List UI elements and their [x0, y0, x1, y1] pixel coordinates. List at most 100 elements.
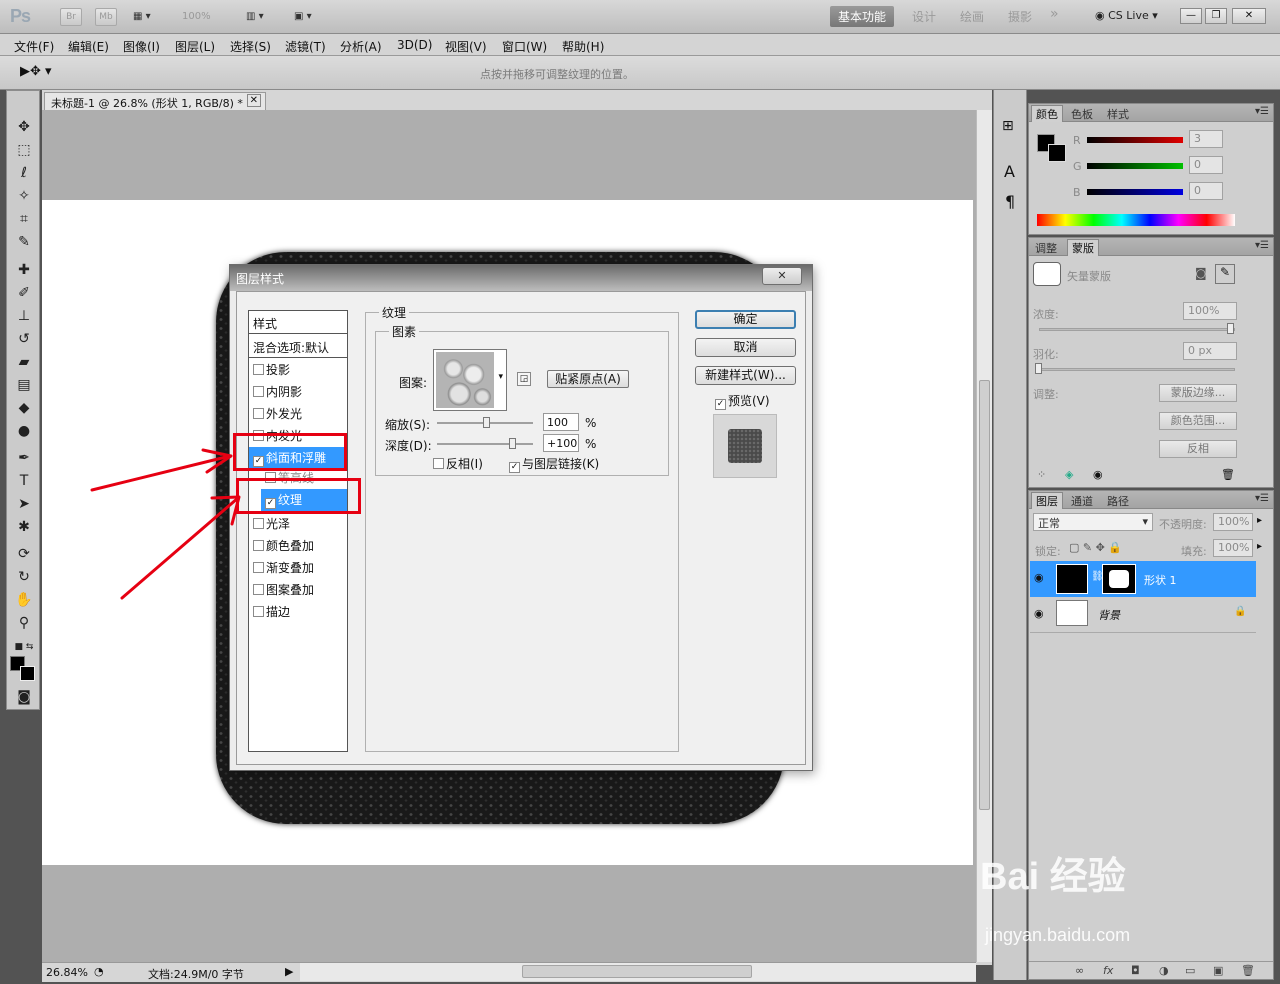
panel-menu-icon[interactable]: ▾☰	[1255, 240, 1269, 251]
clone-stamp-tool-icon[interactable]: ⊥	[13, 306, 35, 326]
tab-layers[interactable]: 图层	[1031, 492, 1063, 509]
channel-r-slider[interactable]	[1087, 137, 1183, 143]
paragraph-panel-icon[interactable]: ¶	[1005, 192, 1015, 211]
marquee-tool-icon[interactable]: ⬚	[13, 140, 35, 160]
ok-button[interactable]: 确定	[695, 310, 796, 329]
style-item-gradient-overlay[interactable]: 渐变叠加	[253, 559, 314, 576]
opacity-field[interactable]: 100%	[1213, 513, 1253, 531]
history-panel-icon[interactable]: ⊞	[1002, 118, 1014, 134]
view-extras-dropdown[interactable]: ▦ ▾	[133, 9, 151, 25]
gradient-tool-icon[interactable]: ▤	[13, 375, 35, 395]
style-checkbox[interactable]	[253, 540, 264, 551]
scale-slider-knob[interactable]	[483, 417, 490, 428]
visibility-eye-icon[interactable]: ◉	[1034, 607, 1044, 620]
blend-mode-select[interactable]: 正常 ▾	[1033, 513, 1153, 531]
horizontal-scroll-thumb[interactable]	[522, 965, 752, 978]
type-tool-icon[interactable]: T	[13, 471, 35, 491]
shape-tool-icon[interactable]: ✱	[13, 517, 35, 537]
tool-preset-picker[interactable]: ▶✥ ▾	[20, 64, 52, 79]
style-checkbox[interactable]	[253, 584, 264, 595]
document-tab[interactable]: 未标题-1 @ 26.8% (形状 1, RGB/8) * ✕	[44, 92, 266, 110]
style-checkbox[interactable]	[253, 408, 264, 419]
link-layers-icon[interactable]: ∞	[1075, 964, 1084, 977]
tab-adjustments[interactable]: 调整	[1031, 240, 1061, 256]
zoom-tool-icon[interactable]: ⚲	[13, 613, 35, 633]
healing-brush-tool-icon[interactable]: ✚	[13, 260, 35, 280]
channel-r-field[interactable]: 3	[1189, 130, 1223, 148]
new-preset-icon[interactable]: ◲	[517, 372, 531, 386]
cancel-button[interactable]: 取消	[695, 338, 796, 357]
workspace-design[interactable]: 设计	[912, 8, 936, 25]
tab-masks[interactable]: 蒙版	[1067, 239, 1099, 256]
pattern-picker[interactable]: ▾	[433, 349, 507, 411]
menu-help[interactable]: 帮助(H)	[562, 38, 604, 55]
style-item-stroke[interactable]: 描边	[253, 603, 290, 620]
tab-channels[interactable]: 通道	[1067, 493, 1097, 509]
eyedropper-tool-icon[interactable]: ✎	[13, 232, 35, 252]
menu-image[interactable]: 图像(I)	[123, 38, 160, 55]
style-item-drop-shadow[interactable]: 投影	[253, 361, 290, 378]
style-item-inner-shadow[interactable]: 内阴影	[253, 383, 302, 400]
new-style-button[interactable]: 新建样式(W)...	[695, 366, 796, 385]
workspace-photography[interactable]: 摄影	[1008, 8, 1032, 25]
add-layer-style-icon[interactable]: fx	[1103, 964, 1113, 977]
brush-tool-icon[interactable]: ✐	[13, 283, 35, 303]
layer-row-background[interactable]: ◉ 背景 🔒	[1030, 597, 1256, 633]
add-mask-icon[interactable]: ◘	[1131, 964, 1140, 977]
vertical-scroll-thumb[interactable]	[979, 380, 990, 810]
bridge-button[interactable]: Br	[60, 8, 82, 26]
tab-styles[interactable]: 样式	[1103, 106, 1133, 122]
fill-field[interactable]: 100%	[1213, 539, 1253, 557]
workspace-essentials[interactable]: 基本功能	[830, 6, 895, 27]
styles-header[interactable]: 样式	[253, 315, 277, 332]
vertical-scrollbar[interactable]	[976, 110, 992, 962]
panel-menu-icon[interactable]: ▾☰	[1255, 106, 1269, 117]
fill-arrow-icon[interactable]: ▸	[1257, 541, 1262, 552]
blur-tool-icon[interactable]: ◆	[13, 398, 35, 418]
zoom-level[interactable]: 100%	[182, 11, 211, 22]
horizontal-scrollbar[interactable]	[300, 963, 976, 981]
quick-selection-tool-icon[interactable]: ✧	[13, 186, 35, 206]
dialog-close-icon[interactable]: ✕	[762, 267, 802, 285]
new-group-icon[interactable]: ▭	[1185, 964, 1195, 977]
tab-color[interactable]: 颜色	[1031, 105, 1063, 122]
channel-b-field[interactable]: 0	[1189, 182, 1223, 200]
mask-edge-button[interactable]: 蒙版边缘...	[1159, 384, 1237, 402]
style-checkbox[interactable]	[253, 364, 264, 375]
menu-layer[interactable]: 图层(L)	[175, 38, 215, 55]
screen-mode-dropdown[interactable]: ▣ ▾	[294, 9, 312, 25]
dodge-tool-icon[interactable]: ●	[13, 421, 35, 441]
invert-mask-button[interactable]: 反相	[1159, 440, 1237, 458]
dialog-titlebar[interactable]: 图层样式	[230, 265, 812, 291]
blending-options-item[interactable]: 混合选项:默认	[253, 339, 329, 356]
depth-slider[interactable]	[437, 443, 533, 445]
menu-analysis[interactable]: 分析(A)	[340, 38, 382, 55]
style-checkbox[interactable]	[253, 518, 264, 529]
color-background-swatch[interactable]	[1048, 144, 1066, 162]
3d-rotate-tool-icon[interactable]: ⟳	[13, 544, 35, 564]
invert-checkbox[interactable]: 反相(I)	[433, 455, 483, 472]
opacity-arrow-icon[interactable]: ▸	[1257, 515, 1262, 526]
delete-layer-icon[interactable]: 🗑	[1241, 964, 1255, 977]
tab-swatches[interactable]: 色板	[1067, 106, 1097, 122]
load-selection-icon[interactable]: ⁘	[1037, 468, 1046, 481]
style-item-outer-glow[interactable]: 外发光	[253, 405, 302, 422]
invert-checkbox-box[interactable]	[433, 458, 444, 469]
menu-select[interactable]: 选择(S)	[230, 38, 271, 55]
path-selection-tool-icon[interactable]: ➤	[13, 494, 35, 514]
minimize-button[interactable]: —	[1180, 8, 1202, 24]
apply-mask-icon[interactable]: ◈	[1065, 468, 1073, 481]
style-item-satin[interactable]: 光泽	[253, 515, 290, 532]
3d-orbit-tool-icon[interactable]: ↻	[13, 567, 35, 587]
depth-field[interactable]: +100	[543, 434, 579, 452]
pen-tool-icon[interactable]: ✒	[13, 448, 35, 468]
snap-to-origin-button[interactable]: 贴紧原点(A)	[547, 370, 629, 388]
preview-checkbox-box[interactable]: ✓	[715, 399, 726, 410]
link-checkbox-box[interactable]: ✓	[509, 462, 520, 473]
menu-view[interactable]: 视图(V)	[445, 38, 487, 55]
visibility-eye-icon[interactable]: ◉	[1093, 468, 1103, 481]
style-checkbox[interactable]	[253, 606, 264, 617]
eraser-tool-icon[interactable]: ▰	[13, 352, 35, 372]
background-color-swatch[interactable]	[20, 666, 35, 681]
new-layer-icon[interactable]: ▣	[1213, 964, 1223, 977]
